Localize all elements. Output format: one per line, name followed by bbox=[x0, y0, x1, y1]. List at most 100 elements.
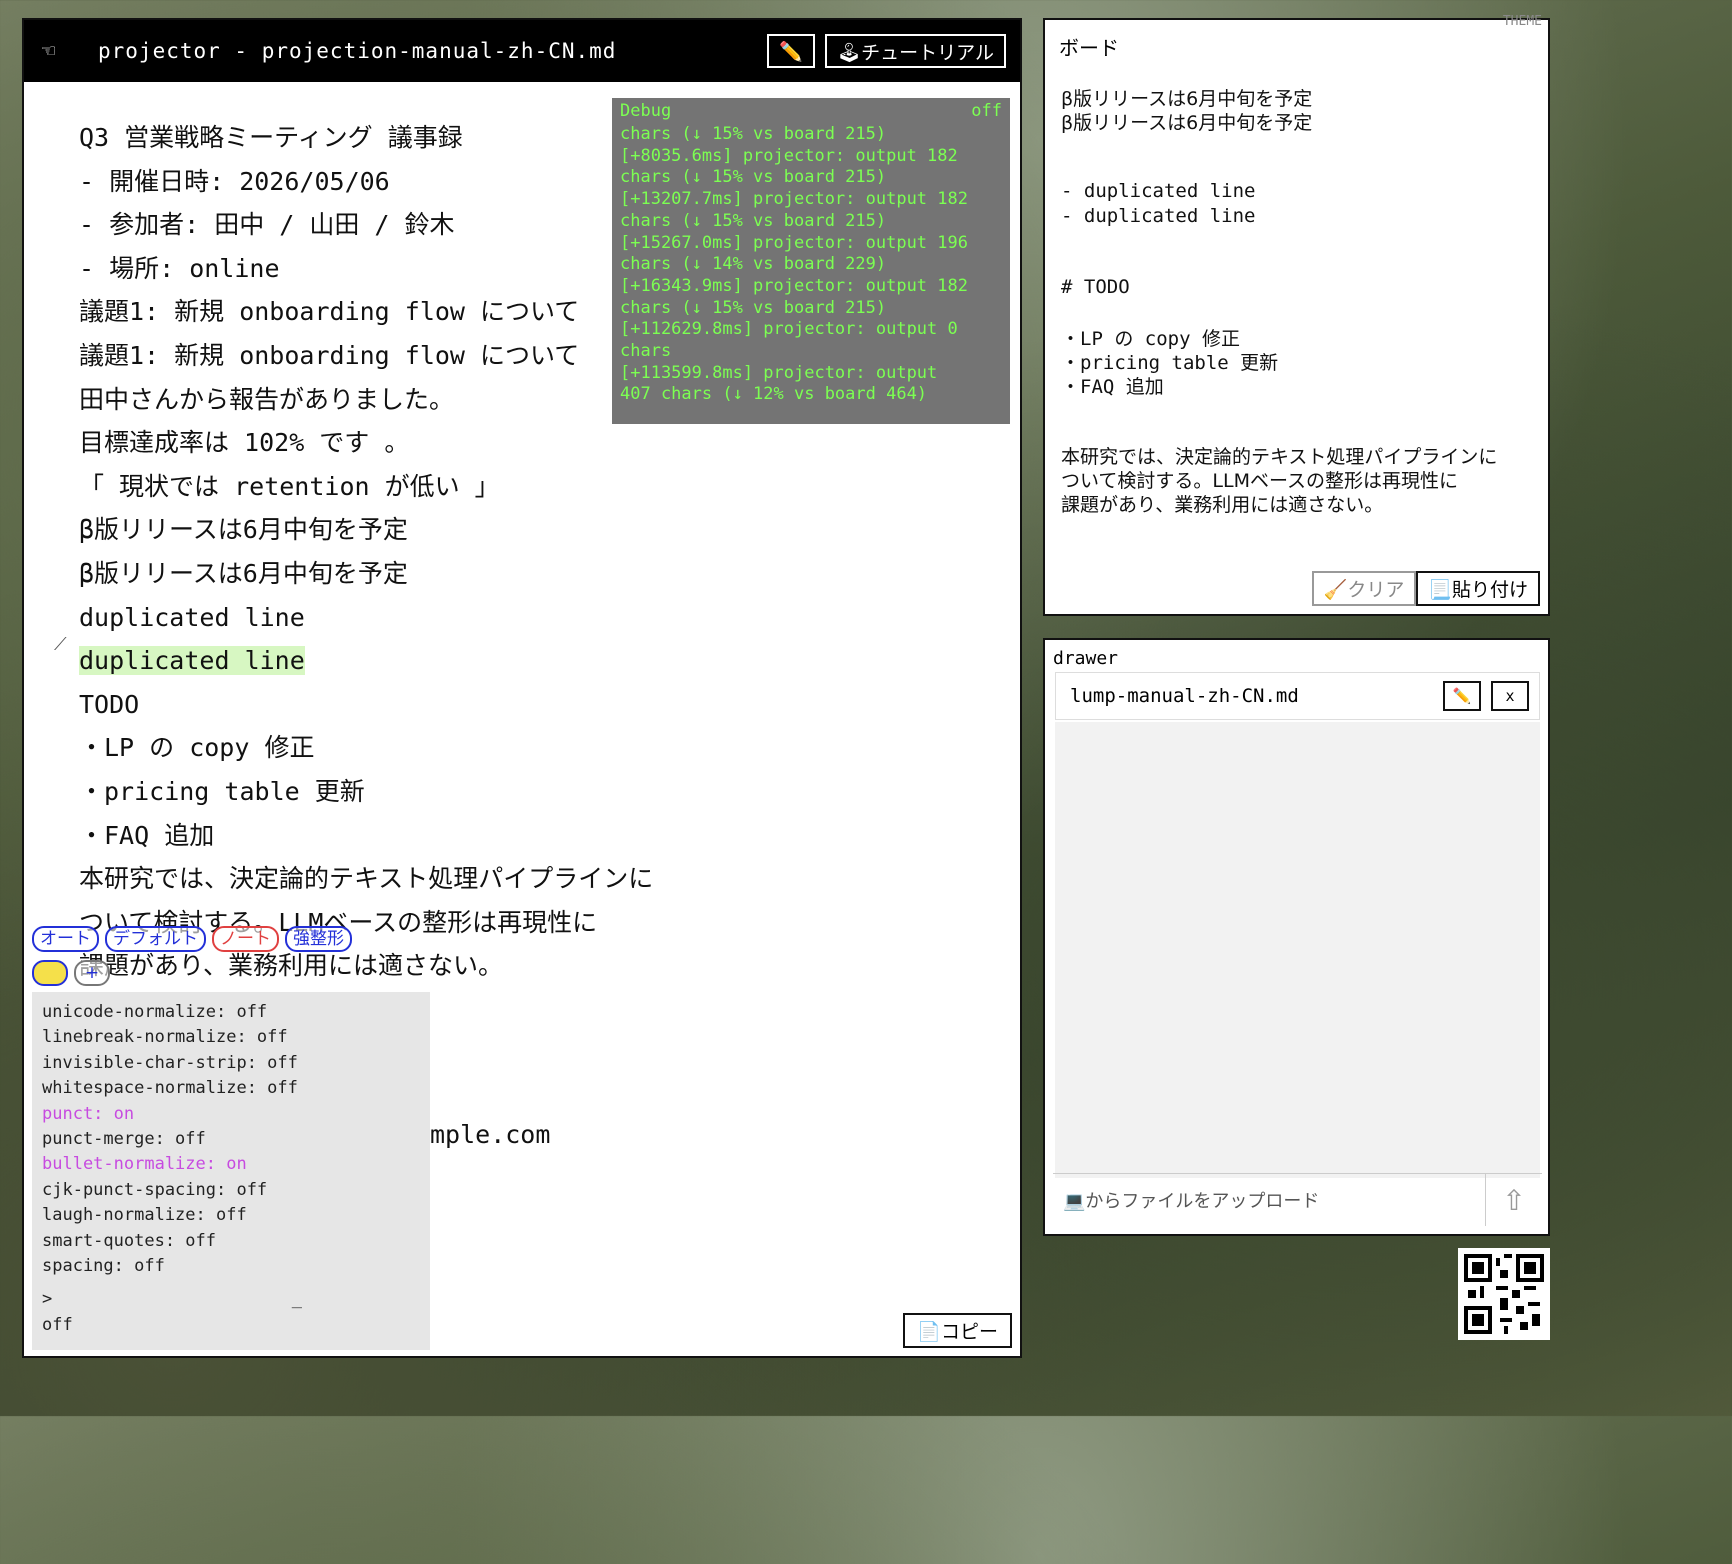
document-line[interactable]: 「 現状では retention が低い 」 bbox=[79, 465, 729, 509]
debug-title: Debug bbox=[620, 101, 672, 121]
document-line-text: β版リリースは6月中旬を予定 bbox=[79, 558, 408, 588]
edit-button[interactable]: ✏️ bbox=[767, 34, 816, 68]
document-line[interactable]: TODO bbox=[79, 683, 729, 727]
upload-button[interactable]: 💻からファイルをアップロード bbox=[1053, 1187, 1485, 1213]
document-line-text: 本研究では、決定論的テキスト処理パイプラインに bbox=[79, 864, 654, 894]
document-line[interactable]: ・LP の copy 修正 bbox=[79, 726, 729, 770]
debug-log: chars (↓ 15% vs board 215) [+8035.6ms] pr… bbox=[620, 124, 1002, 406]
pointing-hand-icon: ☜ bbox=[42, 38, 56, 64]
edit-file-button[interactable]: ✏️ bbox=[1443, 681, 1481, 711]
document-line-text: ・LP の copy 修正 bbox=[79, 733, 315, 763]
paste-button[interactable]: 📃貼り付け bbox=[1416, 571, 1540, 606]
theme-label[interactable]: THEME bbox=[1503, 14, 1542, 29]
console-footer: off bbox=[42, 1314, 73, 1335]
document-line[interactable]: β版リリースは6月中旬を予定 bbox=[79, 508, 729, 552]
debug-panel: Debug off chars (↓ 15% vs board 215) [+80… bbox=[612, 98, 1010, 424]
setting-item[interactable]: invisible-char-strip: off bbox=[42, 1051, 420, 1076]
document-line-text: ・FAQ 追加 bbox=[79, 820, 215, 850]
board-line: ・FAQ 追加 bbox=[1061, 376, 1164, 398]
document-line[interactable]: 目標達成率は 102% です 。 bbox=[79, 421, 729, 465]
board-line: ・LP の copy 修正 bbox=[1061, 328, 1240, 350]
drawer-title: drawer bbox=[1053, 648, 1119, 669]
document-line-text: 目標達成率は 102% です 。 bbox=[79, 428, 410, 458]
debug-log-line: chars (↓ 15% vs board 215) bbox=[620, 210, 887, 231]
document-line[interactable]: β版リリースは6月中旬を予定 bbox=[79, 552, 729, 596]
drawer-dropzone[interactable] bbox=[1055, 722, 1540, 1178]
board-line: 課題があり、業務利用には適さない。 bbox=[1061, 494, 1384, 516]
debug-log-line: 407 chars (↓ 12% vs board 464) bbox=[620, 384, 928, 405]
mode-auto-button[interactable]: オート bbox=[32, 926, 99, 952]
setting-item[interactable]: bullet-normalize: on bbox=[42, 1152, 420, 1177]
document-line-text: 「 現状では retention が低い 」 bbox=[79, 471, 500, 501]
file-item[interactable]: lump-manual-zh-CN.md ✏️ x bbox=[1055, 672, 1540, 720]
document-line[interactable]: 本研究では、決定論的テキスト処理パイプラインに bbox=[79, 857, 729, 901]
setting-item[interactable]: punct: on bbox=[42, 1102, 420, 1127]
projector-window: ☜ projector - projection-manual-zh-CN.md… bbox=[22, 18, 1022, 1358]
document-line-text: - 参加者: 田中 / 山田 / 鈴木 bbox=[79, 210, 455, 240]
setting-item[interactable]: linebreak-normalize: off bbox=[42, 1025, 420, 1050]
debug-log-line: chars (↓ 14% vs board 229) bbox=[620, 254, 887, 275]
board-line: β版リリースは6月中旬を予定 bbox=[1061, 112, 1313, 134]
drawer-window: drawer lump-manual-zh-CN.md ✏️ x 💻からファイル… bbox=[1043, 638, 1550, 1236]
setting-item[interactable]: unicode-normalize: off bbox=[42, 1000, 420, 1025]
setting-item[interactable]: smart-quotes: off bbox=[42, 1229, 420, 1254]
console-prompt[interactable]: > bbox=[42, 1287, 52, 1312]
debug-log-line: [+15267.0ms] projector: output 196 bbox=[620, 232, 968, 253]
setting-item[interactable]: punct-merge: off bbox=[42, 1127, 420, 1152]
document-line-text: 議題1: 新規 onboarding flow について bbox=[79, 297, 580, 327]
magic-wand-icon: ⟋ bbox=[54, 634, 67, 655]
copy-button[interactable]: 📄コピー bbox=[903, 1313, 1012, 1348]
mode-note-button[interactable]: ノート bbox=[212, 926, 279, 952]
mode-default-button[interactable]: デフォルト bbox=[105, 926, 206, 952]
debug-log-line: chars (↓ 15% vs board 215) bbox=[620, 124, 887, 144]
document-line-text: 議題1: 新規 onboarding flow について bbox=[79, 340, 580, 370]
file-name[interactable]: lump-manual-zh-CN.md bbox=[1070, 685, 1433, 707]
document-line[interactable]: duplicated line bbox=[79, 596, 729, 640]
add-mode-button[interactable]: + bbox=[74, 960, 110, 986]
document-line-text: duplicated line bbox=[79, 646, 305, 676]
board-line: # TODO bbox=[1061, 276, 1130, 298]
document-line-text: 田中さんから報告がありました。 bbox=[79, 384, 455, 414]
mode-strong-button[interactable]: 強整形 bbox=[285, 926, 352, 952]
board-line: - duplicated line bbox=[1061, 205, 1256, 227]
clear-button[interactable]: 🧹クリア bbox=[1311, 571, 1417, 606]
document-line-text: 課題があり、業務利用には適さない。 bbox=[79, 951, 504, 981]
board-line: ・pricing table 更新 bbox=[1061, 352, 1279, 374]
board-window: ボード THEME β版リリースは6月中旬を予定 β版リリースは6月中旬を予定 … bbox=[1043, 14, 1550, 616]
document-line-text: duplicated line bbox=[79, 602, 305, 632]
remove-file-button[interactable]: x bbox=[1491, 681, 1529, 711]
email-text: mple.com bbox=[430, 1120, 551, 1149]
debug-log-line: [+112629.8ms] projector: output 0 bbox=[620, 319, 958, 340]
setting-item[interactable]: spacing: off bbox=[42, 1254, 420, 1279]
document-line-text: ・pricing table 更新 bbox=[79, 776, 365, 806]
document-line-text: - 開催日時: 2026/05/06 bbox=[79, 166, 390, 196]
board-line: ついて検討する。LLMベースの整形は再現性に bbox=[1061, 470, 1459, 492]
setting-item[interactable]: cjk-punct-spacing: off bbox=[42, 1178, 420, 1203]
document-line-text: - 場所: online bbox=[79, 253, 280, 283]
debug-log-line: [+113599.8ms] projector: output bbox=[620, 362, 938, 383]
upload-bar[interactable]: 💻からファイルをアップロード ⇧ bbox=[1053, 1173, 1542, 1226]
debug-toggle[interactable]: off bbox=[971, 98, 1002, 122]
debug-log-line: chars (↓ 15% vs board 215) bbox=[620, 297, 887, 318]
document-line-text: Q3 営業戦略ミーティング 議事録 bbox=[79, 123, 463, 152]
setting-item[interactable]: whitespace-normalize: off bbox=[42, 1076, 420, 1101]
projector-titlebar: ☜ projector - projection-manual-zh-CN.md… bbox=[24, 20, 1020, 82]
setting-item[interactable]: laugh-normalize: off bbox=[42, 1203, 420, 1228]
board-line: β版リリースは6月中旬を予定 bbox=[1061, 88, 1313, 110]
debug-log-line: chars (↓ 15% vs board 215) bbox=[620, 167, 887, 188]
document-line[interactable]: ・pricing table 更新 bbox=[79, 770, 729, 814]
document-line-text: TODO bbox=[79, 689, 140, 719]
eraser-icon[interactable] bbox=[32, 960, 68, 986]
tutorial-button[interactable]: 🕹チュートリアル bbox=[825, 34, 1006, 68]
mode-selector: オート デフォルト ノート 強整形 bbox=[32, 926, 352, 952]
document-line[interactable]: duplicated line bbox=[79, 639, 729, 683]
document-line[interactable]: ・FAQ 追加 bbox=[79, 814, 729, 858]
debug-log-line: [+8035.6ms] projector: output 182 bbox=[620, 145, 958, 166]
board-line: - duplicated line bbox=[1061, 180, 1256, 202]
document-line-text: β版リリースは6月中旬を予定 bbox=[79, 515, 408, 545]
debug-log-line: chars bbox=[620, 341, 672, 362]
upload-arrow-icon[interactable]: ⇧ bbox=[1485, 1174, 1542, 1226]
debug-log-line: [+13207.7ms] projector: output 182 bbox=[620, 189, 968, 210]
board-title: ボード bbox=[1059, 36, 1119, 60]
window-title: projector - projection-manual-zh-CN.md bbox=[98, 39, 617, 63]
